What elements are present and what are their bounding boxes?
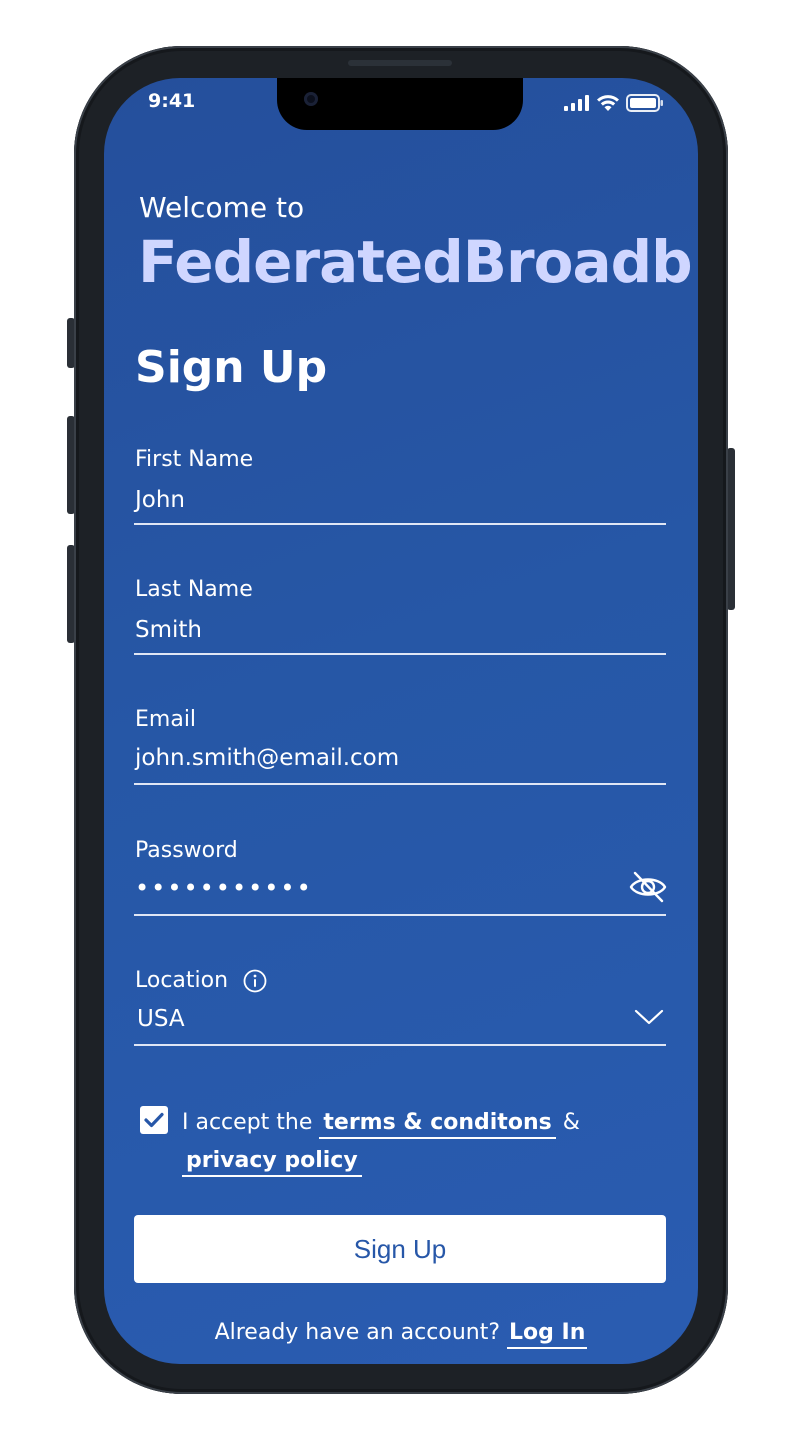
location-label-row: Location [135, 968, 267, 993]
terms-joiner: & [562, 1110, 580, 1135]
email-label: Email [135, 707, 197, 732]
checkmark-icon [144, 1112, 164, 1128]
password-input[interactable]: ••••••••••• [135, 874, 313, 902]
device-mockup: 9:41 Welcome to FederatedBroadb Sign Up [0, 0, 800, 1440]
status-icons [564, 94, 664, 112]
login-prompt-text: Already have an account? [214, 1320, 501, 1345]
terms-link[interactable]: terms & conditons [319, 1110, 556, 1139]
battery-icon [626, 94, 663, 112]
last-name-label: Last Name [135, 577, 253, 602]
location-label: Location [135, 968, 229, 993]
signal-icon [564, 95, 589, 111]
location-select[interactable]: USA [137, 1006, 185, 1032]
last-name-field[interactable]: Last Name Smith [134, 577, 666, 665]
eye-off-icon[interactable] [628, 870, 668, 904]
last-name-underline [134, 653, 666, 655]
chevron-down-icon[interactable] [634, 1008, 664, 1026]
location-underline [134, 1044, 666, 1046]
first-name-field[interactable]: First Name John [134, 447, 666, 535]
brand-name: FederatedBroadb [138, 228, 693, 296]
sign-up-button[interactable]: Sign Up [134, 1215, 666, 1283]
email-field[interactable]: Email john.smith@email.com [134, 707, 666, 795]
login-prompt: Already have an account? Log In [104, 1320, 698, 1349]
location-field[interactable]: Location USA [134, 968, 666, 1056]
first-name-underline [134, 523, 666, 525]
first-name-input[interactable]: John [135, 487, 185, 513]
last-name-input[interactable]: Smith [135, 617, 202, 643]
wifi-icon [597, 95, 619, 111]
email-input[interactable]: john.smith@email.com [135, 745, 399, 771]
welcome-text: Welcome to [139, 191, 305, 224]
first-name-label: First Name [135, 447, 254, 472]
terms-prefix: I accept the [182, 1110, 313, 1135]
log-in-link[interactable]: Log In [507, 1320, 588, 1349]
status-time: 9:41 [148, 90, 196, 112]
terms-checkbox[interactable] [140, 1106, 168, 1134]
info-icon[interactable] [243, 969, 267, 993]
terms-text: I accept the terms & conditons & privacy… [182, 1104, 662, 1180]
power-button [727, 448, 735, 610]
front-camera [304, 92, 318, 106]
password-label: Password [135, 838, 238, 863]
page-title: Sign Up [135, 342, 328, 393]
app-screen: 9:41 Welcome to FederatedBroadb Sign Up [104, 78, 698, 1364]
password-underline [134, 914, 666, 916]
email-underline [134, 783, 666, 785]
privacy-policy-link[interactable]: privacy policy [182, 1148, 362, 1177]
password-field[interactable]: Password ••••••••••• [134, 838, 668, 926]
notch [277, 78, 523, 130]
earpiece-speaker [348, 60, 452, 66]
